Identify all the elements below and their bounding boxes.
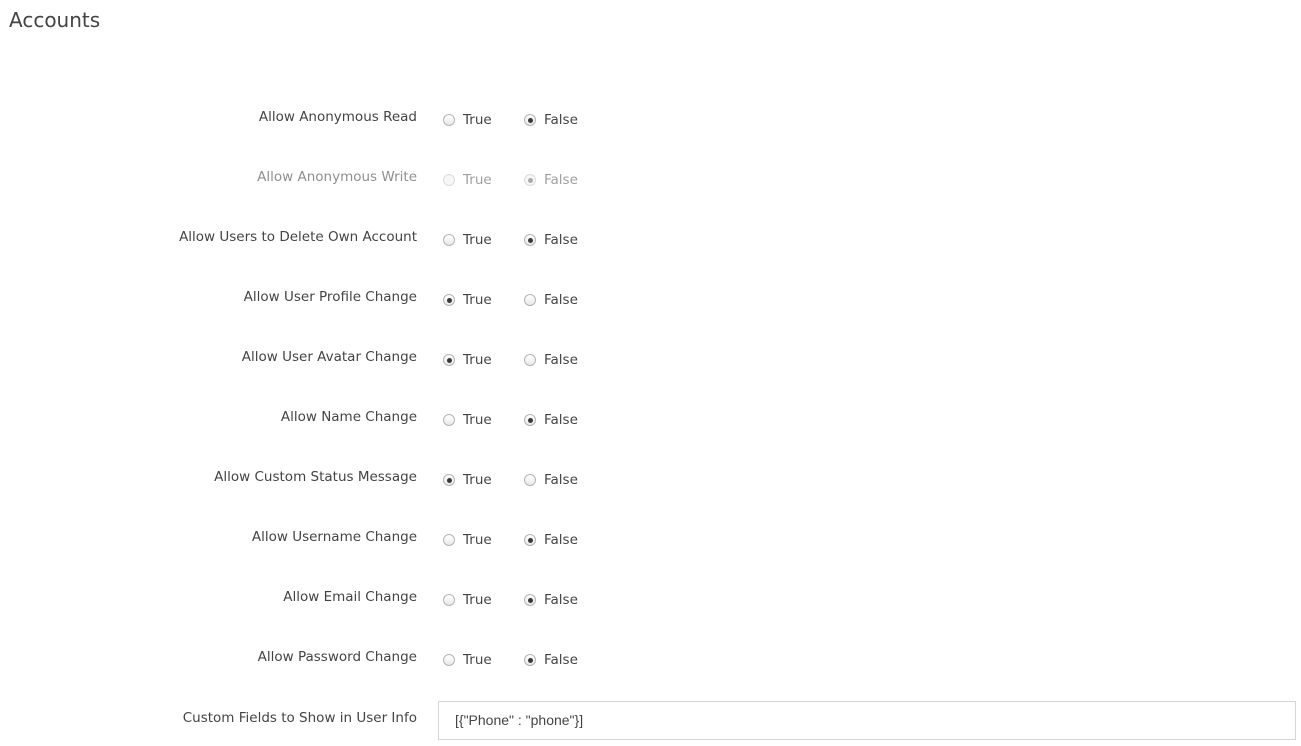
true-option[interactable]: True (443, 232, 492, 248)
page-title: Accounts (9, 8, 101, 32)
custom-fields-row: Custom Fields to Show in User Info [{"Ph… (0, 690, 1301, 740)
radio-false[interactable] (524, 414, 536, 426)
false-option[interactable]: False (524, 412, 578, 428)
false-option: False (524, 172, 578, 188)
true-label: True (463, 232, 492, 248)
true-label: True (463, 292, 492, 308)
false-option[interactable]: False (524, 652, 578, 668)
true-option[interactable]: True (443, 652, 492, 668)
setting-allow-anonymous-write: Allow Anonymous Write True False (0, 150, 1301, 210)
false-label: False (544, 232, 578, 248)
setting-label: Allow Name Change (280, 409, 417, 425)
false-option[interactable]: False (524, 472, 578, 488)
false-label: False (544, 472, 578, 488)
false-option[interactable]: False (524, 292, 578, 308)
setting-label: Allow User Avatar Change (241, 349, 417, 365)
true-label: True (463, 112, 492, 128)
setting-label: Allow User Profile Change (243, 289, 417, 305)
setting-label: Allow Custom Status Message (214, 469, 417, 485)
false-label: False (544, 652, 578, 668)
setting-allow-anonymous-read: Allow Anonymous Read True False (0, 90, 1301, 150)
setting-allow-user-profile-change: Allow User Profile Change True False (0, 270, 1301, 330)
setting-allow-password-change: Allow Password Change True False (0, 630, 1301, 690)
false-option[interactable]: False (524, 532, 578, 548)
setting-allow-email-change: Allow Email Change True False (0, 570, 1301, 630)
radio-false[interactable] (524, 354, 536, 366)
settings-list: Allow Anonymous Read True False Allow An… (0, 90, 1301, 690)
false-option[interactable]: False (524, 232, 578, 248)
setting-label: Allow Username Change (251, 529, 417, 545)
true-label: True (463, 592, 492, 608)
radio-false[interactable] (524, 594, 536, 606)
setting-allow-custom-status-message: Allow Custom Status Message True False (0, 450, 1301, 510)
setting-label: Allow Anonymous Read (258, 109, 417, 125)
true-label: True (463, 412, 492, 428)
radio-true[interactable] (443, 294, 455, 306)
radio-true[interactable] (443, 234, 455, 246)
radio-true[interactable] (443, 474, 455, 486)
false-option[interactable]: False (524, 112, 578, 128)
false-label: False (544, 352, 578, 368)
false-label: False (544, 592, 578, 608)
radio-true[interactable] (443, 354, 455, 366)
true-label: True (463, 532, 492, 548)
custom-fields-input[interactable]: [{"Phone" : "phone"}] (438, 701, 1296, 740)
setting-label: Allow Users to Delete Own Account (179, 229, 417, 245)
radio-false (524, 174, 536, 186)
radio-true[interactable] (443, 414, 455, 426)
false-label: False (544, 292, 578, 308)
true-option: True (443, 172, 492, 188)
false-label: False (544, 172, 578, 188)
radio-false[interactable] (524, 534, 536, 546)
true-label: True (463, 472, 492, 488)
true-label: True (463, 352, 492, 368)
true-option[interactable]: True (443, 472, 492, 488)
true-label: True (463, 652, 492, 668)
true-option[interactable]: True (443, 532, 492, 548)
radio-true (443, 174, 455, 186)
radio-true[interactable] (443, 594, 455, 606)
setting-allow-users-to-delete-own-account: Allow Users to Delete Own Account True F… (0, 210, 1301, 270)
setting-label: Allow Email Change (283, 589, 417, 605)
radio-false[interactable] (524, 114, 536, 126)
false-label: False (544, 532, 578, 548)
true-option[interactable]: True (443, 352, 492, 368)
radio-false[interactable] (524, 294, 536, 306)
true-option[interactable]: True (443, 592, 492, 608)
setting-label: Allow Anonymous Write (257, 169, 417, 185)
true-option[interactable]: True (443, 292, 492, 308)
false-option[interactable]: False (524, 592, 578, 608)
radio-true[interactable] (443, 654, 455, 666)
radio-false[interactable] (524, 474, 536, 486)
radio-true[interactable] (443, 534, 455, 546)
false-label: False (544, 112, 578, 128)
setting-allow-user-avatar-change: Allow User Avatar Change True False (0, 330, 1301, 390)
false-option[interactable]: False (524, 352, 578, 368)
setting-allow-username-change: Allow Username Change True False (0, 510, 1301, 570)
radio-false[interactable] (524, 234, 536, 246)
radio-true[interactable] (443, 114, 455, 126)
radio-false[interactable] (524, 654, 536, 666)
true-option[interactable]: True (443, 112, 492, 128)
false-label: False (544, 412, 578, 428)
true-label: True (463, 172, 492, 188)
setting-allow-name-change: Allow Name Change True False (0, 390, 1301, 450)
setting-label: Allow Password Change (257, 649, 417, 665)
true-option[interactable]: True (443, 412, 492, 428)
custom-fields-label: Custom Fields to Show in User Info (182, 710, 417, 726)
